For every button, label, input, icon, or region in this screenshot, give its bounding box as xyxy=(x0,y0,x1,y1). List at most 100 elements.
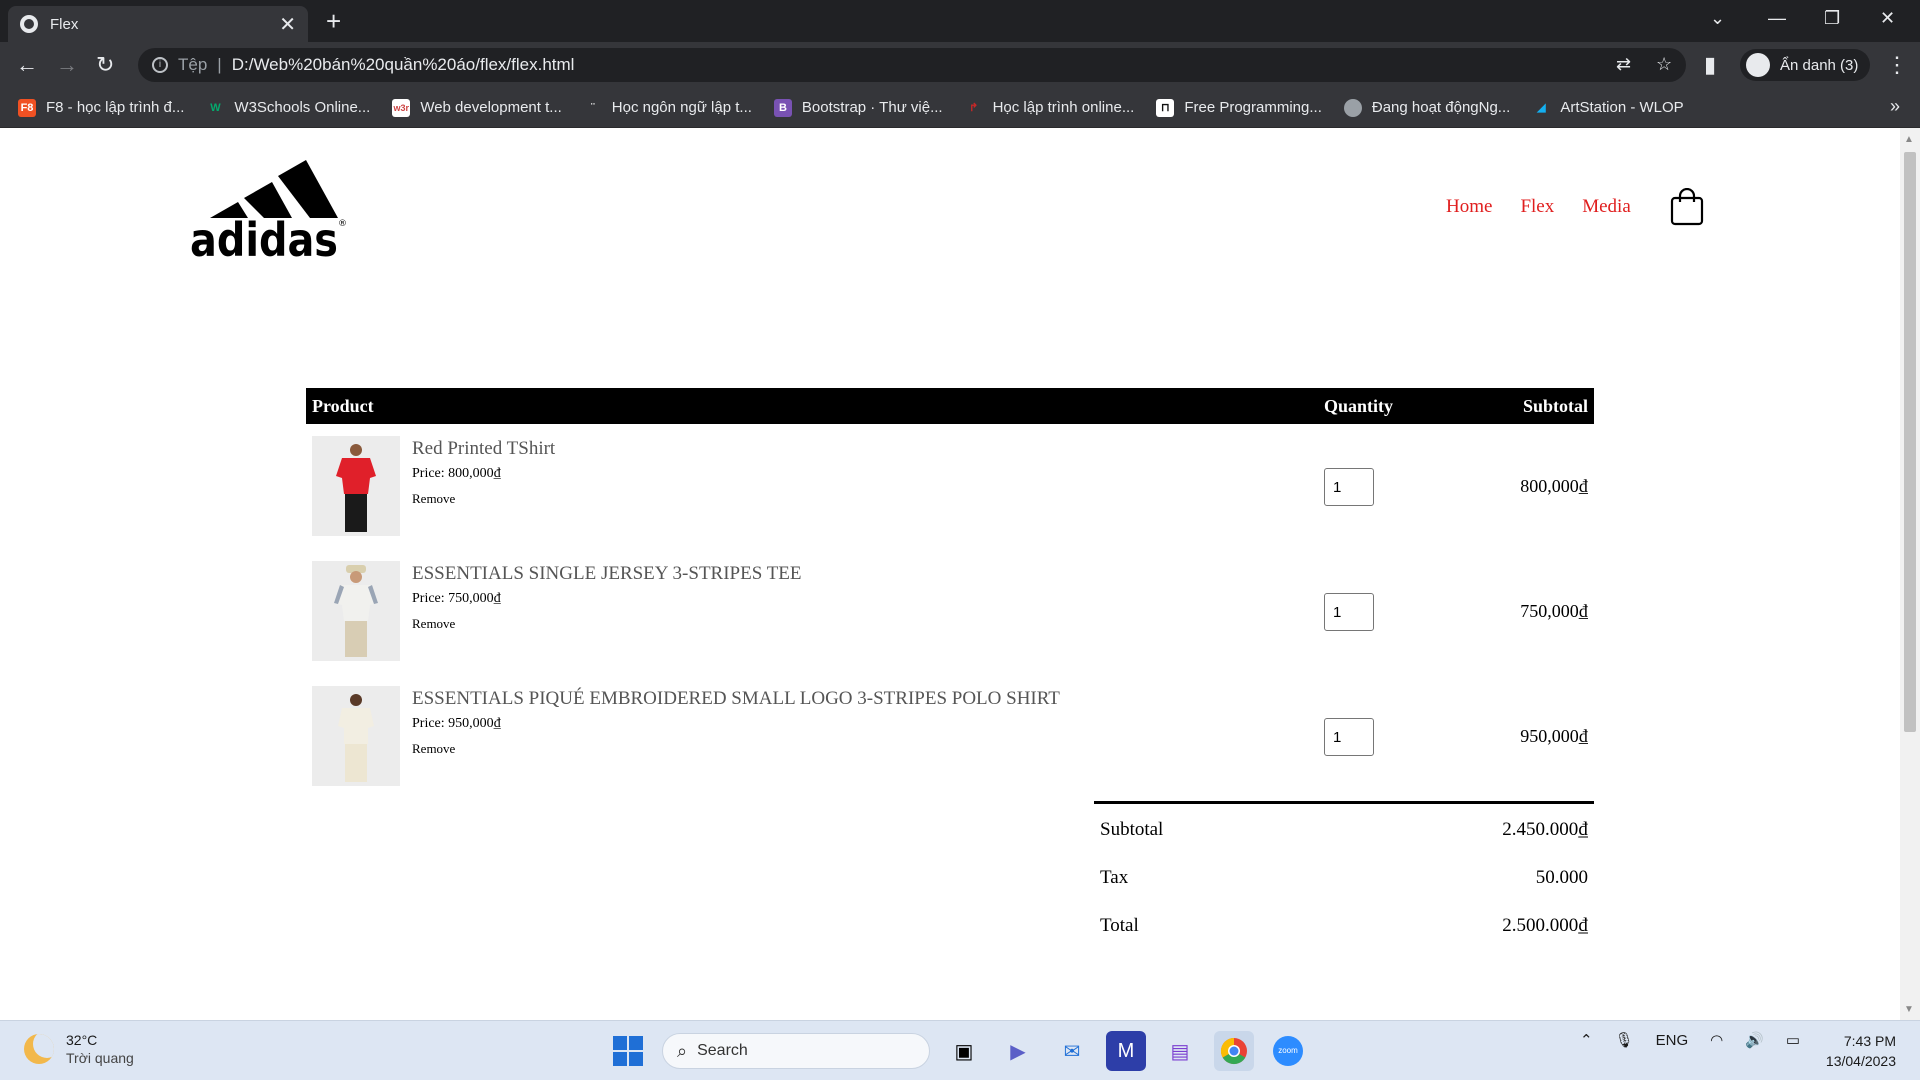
forward-button[interactable]: → xyxy=(56,52,78,78)
show-hidden-icons[interactable]: ⌃ xyxy=(1580,1031,1593,1049)
start-button[interactable] xyxy=(608,1031,648,1071)
bookmark-label: Free Programming... xyxy=(1184,99,1322,116)
incognito-profile-button[interactable]: Ẩn danh (3) xyxy=(1740,49,1871,81)
bookmark-label: Học ngôn ngữ lập t... xyxy=(611,99,752,116)
clock-date: 13/04/2023 xyxy=(1825,1053,1896,1069)
teams-chat-icon[interactable]: ▶ xyxy=(998,1031,1038,1071)
translate-icon[interactable]: ⇄ xyxy=(1616,54,1631,75)
reload-button[interactable]: ↻ xyxy=(96,52,114,78)
totals-label: Total xyxy=(1100,915,1139,936)
browser-tab[interactable]: Flex ✕ xyxy=(8,6,308,42)
bookmark-label: W3Schools Online... xyxy=(234,99,371,116)
bookmark-label: Đang hoạt độngNg... xyxy=(1371,99,1511,116)
taskbar: 32°C Trời quang ⌕ Search ▣ ▶ ✉ M ▤ zoom xyxy=(0,1020,1920,1080)
bootstrap-icon: B xyxy=(773,98,792,117)
quantity-input[interactable] xyxy=(1324,468,1374,506)
browser-toolbar: ← → ↻ i Tệp | D:/Web%20bán%20quần%20áo/f… xyxy=(0,42,1920,88)
scrollbar-thumb[interactable] xyxy=(1904,152,1916,732)
nav-media-link[interactable]: Media xyxy=(1582,196,1631,218)
page-viewport: adidas ® Home Flex Media Product Quantit… xyxy=(0,128,1900,1020)
cart-table-header: Product Quantity Subtotal xyxy=(306,388,1594,424)
side-panel-icon[interactable]: ▮ xyxy=(1704,52,1716,78)
task-view-icon[interactable]: ▣ xyxy=(944,1031,984,1071)
artstation-icon: ◢ xyxy=(1537,101,1546,114)
bookmark-item[interactable]: B Bootstrap · Thư việ... xyxy=(773,98,943,117)
remove-link[interactable]: Remove xyxy=(412,491,455,506)
moon-icon xyxy=(24,1034,54,1064)
address-separator: | xyxy=(217,55,222,74)
product-image xyxy=(312,686,400,786)
totals-value: 50.000 xyxy=(1535,867,1588,888)
incognito-icon xyxy=(1746,53,1770,77)
minimize-button[interactable]: — xyxy=(1768,8,1786,29)
w3r-icon: w3r xyxy=(392,98,411,117)
chrome-logo-icon xyxy=(1220,1037,1247,1065)
chrome-icon[interactable] xyxy=(1214,1031,1254,1071)
bookmark-label: Học lập trình online... xyxy=(992,99,1135,116)
scroll-down-icon[interactable]: ▼ xyxy=(1904,1004,1914,1015)
product-price: Price: 800,000₫ xyxy=(412,466,501,481)
weather-widget[interactable]: 32°C Trời quang xyxy=(24,1031,134,1067)
code-editor-icon[interactable]: M xyxy=(1106,1031,1146,1071)
bookmark-item[interactable]: Đang hoạt độngNg... xyxy=(1343,98,1511,117)
language-indicator[interactable]: ENG xyxy=(1656,1032,1689,1049)
bookmark-item[interactable]: ◢ ArtStation - WLOP xyxy=(1532,99,1684,117)
taskbar-search[interactable]: ⌕ Search xyxy=(662,1033,930,1069)
search-icon: ⌕ xyxy=(677,1040,688,1061)
info-icon[interactable]: i xyxy=(152,57,168,73)
shopping-bag-icon[interactable] xyxy=(1670,188,1704,226)
main-nav: Home Flex Media xyxy=(1446,196,1631,218)
bookmarks-bar: F8 F8 - học lập trình đ... W W3Schools Onl… xyxy=(0,88,1920,128)
bookmark-item[interactable]: ¨ Học ngôn ngữ lập t... xyxy=(584,99,752,117)
browser-tab-strip: Flex ✕ + ⌄ — ❐ ✕ xyxy=(0,0,1920,42)
address-bar[interactable]: i Tệp | D:/Web%20bán%20quần%20áo/flex/fl… xyxy=(138,48,1686,82)
product-price: Price: 750,000₫ xyxy=(412,591,501,606)
total-row: Total 2.500.000₫ xyxy=(1094,902,1594,950)
bookmark-item[interactable]: ⊓ Free Programming... xyxy=(1156,98,1322,117)
svg-text:adidas: adidas xyxy=(190,213,338,260)
menu-kebab-icon[interactable]: ⋮ xyxy=(1886,52,1908,78)
new-tab-button[interactable]: + xyxy=(326,6,341,36)
row-subtotal: 950,000₫ xyxy=(1520,726,1588,746)
adidas-logo[interactable]: adidas ® xyxy=(190,152,350,260)
close-tab-icon[interactable]: ✕ xyxy=(279,12,296,37)
svg-text:®: ® xyxy=(338,219,347,229)
cart-row: ESSENTIALS SINGLE JERSEY 3-STRIPES TEE P… xyxy=(306,549,1594,674)
volume-icon[interactable]: 🔊 xyxy=(1745,1031,1764,1049)
remove-link[interactable]: Remove xyxy=(412,616,455,631)
zoom-icon[interactable]: zoom xyxy=(1268,1031,1308,1071)
microphone-icon[interactable]: 🎙 xyxy=(1615,1031,1634,1049)
bookmark-label: Web development t... xyxy=(420,99,562,116)
quantity-input[interactable] xyxy=(1324,718,1374,756)
restore-button[interactable]: ❐ xyxy=(1824,8,1840,29)
battery-icon[interactable]: ▭ xyxy=(1786,1031,1800,1049)
scroll-up-icon[interactable]: ▲ xyxy=(1904,134,1914,145)
clock[interactable]: 7:43 PM 13/04/2023 xyxy=(1812,1031,1896,1071)
bookmark-star-icon[interactable]: ☆ xyxy=(1656,54,1672,75)
remove-link[interactable]: Remove xyxy=(412,741,455,756)
nav-home-link[interactable]: Home xyxy=(1446,196,1492,218)
url-text[interactable]: D:/Web%20bán%20quần%20áo/flex/flex.html xyxy=(232,55,575,75)
bookmark-item[interactable]: W W3Schools Online... xyxy=(206,99,370,117)
product-name: ESSENTIALS SINGLE JERSEY 3-STRIPES TEE xyxy=(412,563,802,584)
tab-search-icon[interactable]: ⌄ xyxy=(1710,8,1725,29)
quantity-input[interactable] xyxy=(1324,593,1374,631)
bookmark-item[interactable]: F8 F8 - học lập trình đ... xyxy=(18,98,184,117)
totals-table: Subtotal 2.450.000₫ Tax 50.000 Total 2.5… xyxy=(1094,801,1594,950)
mail-icon[interactable]: ✉ xyxy=(1052,1031,1092,1071)
more-bookmarks-icon[interactable]: » xyxy=(1890,96,1900,117)
bookmark-item[interactable]: ↱ Học lập trình online... xyxy=(965,99,1135,117)
clock-time: 7:43 PM xyxy=(1843,1033,1896,1049)
f8-icon: F8 xyxy=(18,98,36,117)
page-scrollbar[interactable]: ▲ ▼ xyxy=(1900,128,1920,1020)
nav-flex-link[interactable]: Flex xyxy=(1520,196,1554,218)
wifi-icon[interactable]: ◠ xyxy=(1710,1031,1723,1049)
close-window-button[interactable]: ✕ xyxy=(1880,8,1895,29)
weather-condition: Trời quang xyxy=(66,1050,134,1066)
back-button[interactable]: ← xyxy=(16,52,38,78)
clipchamp-icon[interactable]: ▤ xyxy=(1160,1031,1200,1071)
row-subtotal: 750,000₫ xyxy=(1520,601,1588,621)
tab-title: Flex xyxy=(50,15,79,33)
bookmark-item[interactable]: w3r Web development t... xyxy=(392,98,562,117)
cart-row: Red Printed TShirt Price: 800,000₫ Remov… xyxy=(306,424,1594,549)
